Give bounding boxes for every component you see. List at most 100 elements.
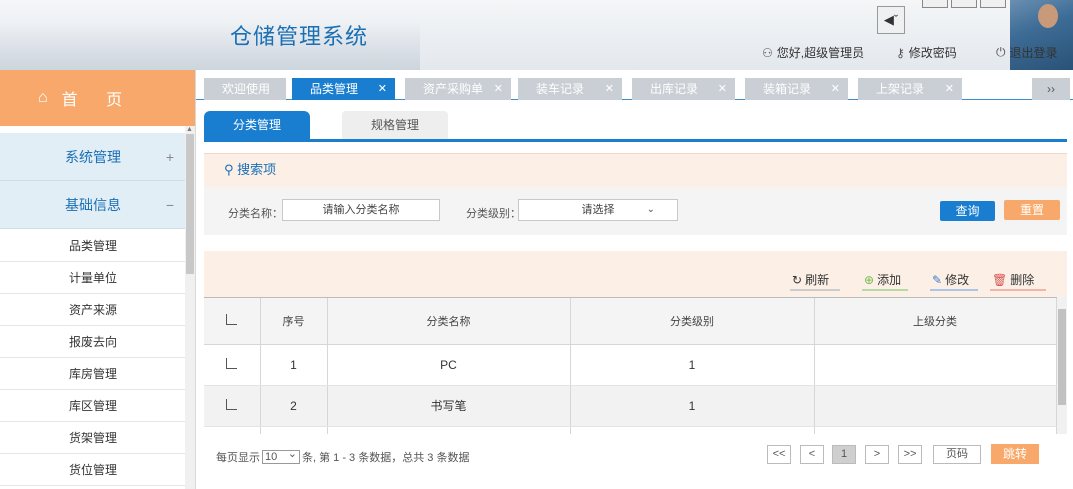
sidebar-scrollbar[interactable]: ▲ <box>185 126 195 489</box>
edit-button[interactable]: ✎ 修改 <box>930 271 978 291</box>
page-number-input[interactable]: 页码 <box>933 445 981 464</box>
close-icon[interactable]: ✕ <box>605 78 614 100</box>
close-icon[interactable]: ✕ <box>494 78 503 100</box>
sidebar-item-unit[interactable]: 计量单位 <box>0 262 186 294</box>
logout-link[interactable]: ⏻ 退出登录 <box>996 44 1058 61</box>
menu-group-basic-info[interactable]: 基础信息 − <box>0 181 186 229</box>
category-name-label: 分类名称： <box>228 208 283 220</box>
power-icon: ⏻ <box>996 45 1006 59</box>
plus-icon: ⊕ <box>864 273 875 287</box>
per-page-prefix: 每页显示 <box>216 452 260 464</box>
row-checkbox-cell[interactable] <box>204 344 261 386</box>
tab-loading-records[interactable]: 装车记录 ✕ <box>518 78 622 100</box>
subtab-spec-management[interactable]: 规格管理 <box>342 111 448 139</box>
pagination-info: 条, 第 1 - 3 条数据，总共 3 条数据 <box>302 452 470 464</box>
change-password-label: 修改密码 <box>908 46 957 60</box>
tab-packing-records[interactable]: 装箱记录 ✕ <box>745 78 848 100</box>
window-button[interactable] <box>922 0 948 8</box>
table-cell <box>814 344 1057 386</box>
table-row[interactable]: 1 PC 1 <box>204 344 1057 386</box>
prev-page-button[interactable]: < <box>800 445 824 464</box>
pagination-summary: 每页显示 10 条, 第 1 - 3 条数据，总共 3 条数据 <box>216 448 470 465</box>
user-icon: ⚇ <box>762 45 773 60</box>
scrollbar-thumb[interactable] <box>186 134 194 274</box>
column-header[interactable]: 序号 <box>260 298 328 345</box>
table-cell: 1 <box>260 344 328 386</box>
category-name-input[interactable]: 请输入分类名称 <box>282 199 440 221</box>
change-password-link[interactable]: ⚷ 修改密码 <box>896 44 957 61</box>
tab-scroll-right-button[interactable]: ›› <box>1032 78 1070 100</box>
expand-icon: + <box>165 148 174 165</box>
checkbox[interactable] <box>226 398 238 410</box>
tab-shelving-records[interactable]: 上架记录 ✕ <box>858 78 962 100</box>
refresh-label: 刷新 <box>805 273 830 287</box>
window-button[interactable] <box>980 0 1006 8</box>
category-level-label: 分类级别： <box>466 208 521 220</box>
close-icon[interactable]: ✕ <box>831 78 840 100</box>
table-cell <box>814 385 1057 427</box>
search-icon: ⚲ <box>224 162 234 177</box>
search-panel: 分类名称： 请输入分类名称 分类级别： 请选择 ⌄ 查询 重置 <box>204 187 1067 235</box>
menu-group-label: 基础信息 <box>65 196 121 213</box>
speaker-icon[interactable]: ◀ˇ <box>877 6 905 34</box>
home-button[interactable]: ⌂ 首 页 <box>0 70 195 126</box>
home-icon: ⌂ <box>38 89 48 106</box>
scrollbar-thumb[interactable] <box>1058 309 1066 405</box>
category-level-select[interactable]: 请选择 ⌄ <box>518 199 678 221</box>
close-icon[interactable]: ✕ <box>945 78 954 100</box>
go-page-button[interactable]: 跳转 <box>991 444 1039 464</box>
next-page-button[interactable]: > <box>865 445 889 464</box>
table-scrollbar[interactable] <box>1057 297 1067 434</box>
sidebar-item-warehouse[interactable]: 库房管理 <box>0 358 186 390</box>
tab-asset-purchase[interactable]: 资产采购单 ✕ <box>405 78 511 100</box>
tab-label: 装车记录 <box>536 82 585 96</box>
close-icon[interactable]: ✕ <box>718 78 727 100</box>
tab-welcome[interactable]: 欢迎使用 <box>204 78 286 100</box>
tab-outbound-records[interactable]: 出库记录 ✕ <box>632 78 735 100</box>
table-toolbar: ↻ 刷新 ⊕ 添加 ✎ 修改 🗑 删除 <box>204 251 1067 297</box>
chevron-down-icon: ⌄ <box>646 204 655 215</box>
logout-label: 退出登录 <box>1009 46 1058 60</box>
sidebar-item-scrap-destination[interactable]: 报废去向 <box>0 326 186 358</box>
first-page-button[interactable]: << <box>767 445 791 464</box>
sidebar-item-asset-source[interactable]: 资产来源 <box>0 294 186 326</box>
scroll-up-icon[interactable]: ▲ <box>186 126 193 133</box>
column-header[interactable]: 分类名称 <box>327 298 571 345</box>
tab-strip: 欢迎使用 品类管理 ✕ 资产采购单 ✕ 装车记录 ✕ 出库记录 ✕ 装箱记录 ✕… <box>196 70 1073 100</box>
edit-label: 修改 <box>945 273 970 287</box>
sidebar-item-zone[interactable]: 库区管理 <box>0 390 186 422</box>
checkbox[interactable] <box>226 357 238 369</box>
row-checkbox-cell[interactable] <box>204 426 261 434</box>
current-page-button[interactable]: 1 <box>832 445 856 464</box>
menu-group-system[interactable]: 系统管理 + <box>0 133 186 181</box>
window-button[interactable] <box>951 0 977 8</box>
table-row[interactable] <box>204 426 1057 434</box>
table-cell <box>570 426 815 434</box>
checkbox[interactable] <box>226 313 238 325</box>
refresh-button[interactable]: ↻ 刷新 <box>790 271 840 291</box>
query-button[interactable]: 查询 <box>940 201 995 221</box>
search-panel-header: ⚲ 搜索项 <box>204 153 1067 187</box>
sidebar-item-location[interactable]: 货位管理 <box>0 454 186 486</box>
row-checkbox-cell[interactable] <box>204 385 261 427</box>
add-label: 添加 <box>877 273 902 287</box>
subtab-category-management[interactable]: 分类管理 <box>204 111 310 139</box>
page-size-select[interactable]: 10 <box>262 448 300 464</box>
sidebar-item-shelf[interactable]: 货架管理 <box>0 422 186 454</box>
table-cell: 书写笔 <box>327 385 571 427</box>
last-page-button[interactable]: >> <box>898 445 922 464</box>
sidebar-item-category[interactable]: 品类管理 <box>0 230 186 262</box>
column-header[interactable]: 分类级别 <box>570 298 815 345</box>
column-header[interactable]: 上级分类 <box>814 298 1057 345</box>
close-icon[interactable]: ✕ <box>378 78 387 100</box>
select-all-checkbox[interactable] <box>204 298 261 345</box>
table-row[interactable]: 2 书写笔 1 <box>204 385 1057 427</box>
delete-button[interactable]: 🗑 删除 <box>990 271 1046 291</box>
add-button[interactable]: ⊕ 添加 <box>862 271 908 291</box>
tab-label: 上架记录 <box>876 82 925 96</box>
user-link[interactable]: ⚇ 您好,超级管理员 <box>762 44 864 61</box>
reset-button[interactable]: 重置 <box>1004 200 1060 220</box>
tab-category[interactable]: 品类管理 ✕ <box>292 78 395 100</box>
tab-label: 出库记录 <box>650 82 699 96</box>
key-icon: ⚷ <box>896 45 905 60</box>
